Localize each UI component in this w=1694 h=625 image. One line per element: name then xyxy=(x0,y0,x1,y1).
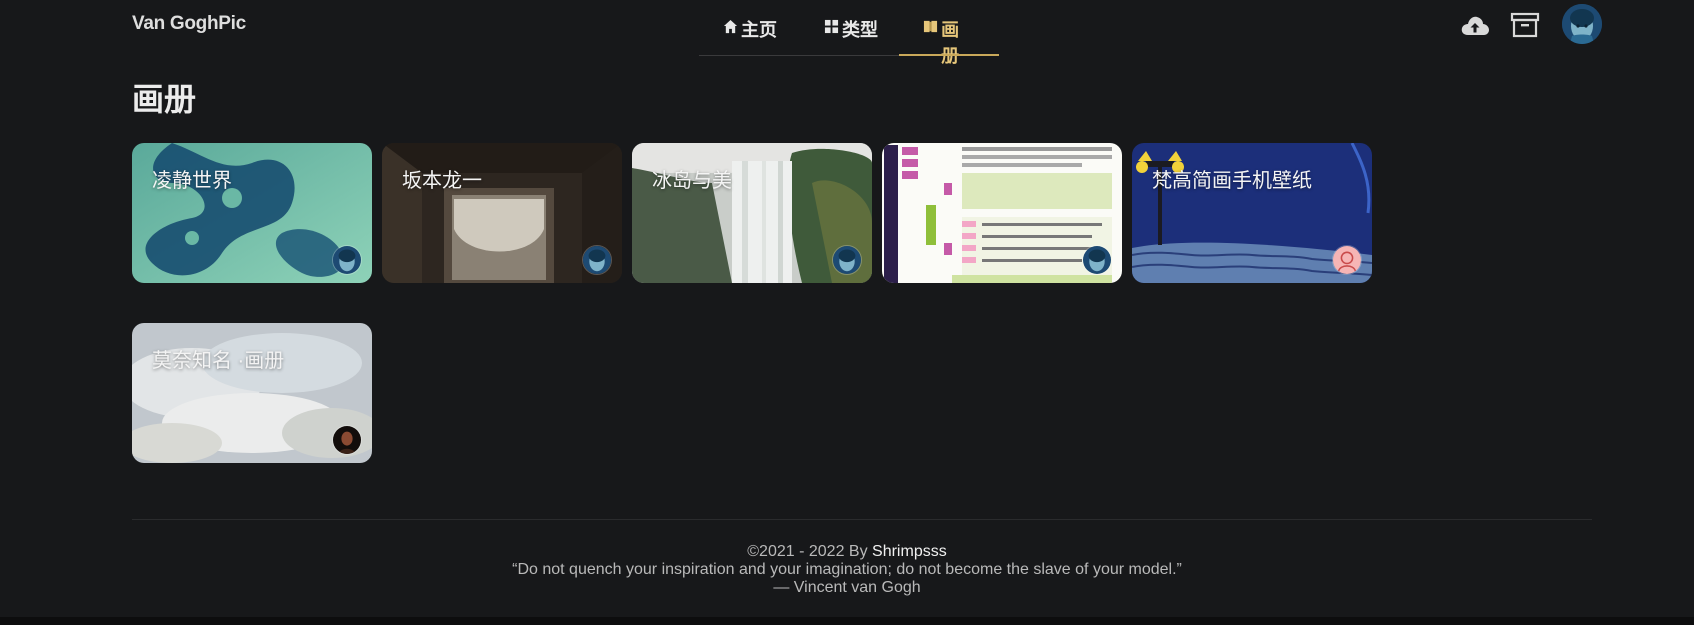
user-avatar[interactable] xyxy=(1562,4,1602,44)
nav-categories-label: 类型 xyxy=(842,20,878,40)
user-avatar[interactable] xyxy=(332,245,362,275)
nav-albums-label: 画册 xyxy=(941,20,960,66)
nav-home[interactable]: 主页 xyxy=(722,16,777,55)
brand-logo[interactable]: Van GoghPic xyxy=(132,13,246,35)
copyright-text: ©2021 - 2022 By xyxy=(747,543,868,560)
portrait-avatar[interactable] xyxy=(332,425,362,455)
album-icon xyxy=(923,16,938,36)
footer-divider xyxy=(132,519,1592,520)
nav-home-label: 主页 xyxy=(741,20,777,40)
grid-icon xyxy=(823,16,839,36)
album-title: 坂本龙一 xyxy=(402,170,482,192)
top-header: Van GoghPic 主页 类型 画册 xyxy=(0,0,1694,66)
page-title: 画册 xyxy=(132,81,197,117)
footer-attribution: — Vincent van Gogh xyxy=(773,579,921,596)
nav-categories[interactable]: 类型 xyxy=(823,16,878,55)
bottom-strip xyxy=(0,617,1694,625)
footer-quote: “Do not quench your inspiration and your… xyxy=(512,561,1182,578)
archive-icon[interactable] xyxy=(1510,12,1540,43)
main-nav: 主页 类型 画册 xyxy=(699,0,999,66)
album-card[interactable]: 凌静世界 xyxy=(132,143,372,283)
footer-copyright: ©2021 - 2022 By Shrimpsss xyxy=(0,543,1694,561)
author-link[interactable]: Shrimpsss xyxy=(872,543,947,560)
album-title: 莫奈知名 ·画册 xyxy=(152,350,285,372)
album-card[interactable]: 梵高简画手机壁纸 xyxy=(1132,143,1372,283)
album-title: 凌静世界 xyxy=(152,170,232,192)
album-title: 梵高简画手机壁纸 xyxy=(1152,170,1312,192)
user-avatar[interactable] xyxy=(832,245,862,275)
album-card[interactable]: 坂本龙一 xyxy=(382,143,622,283)
album-card[interactable] xyxy=(882,143,1122,283)
nav-albums[interactable]: 画册 xyxy=(899,16,999,66)
home-icon xyxy=(722,16,738,36)
cloud-upload-icon[interactable] xyxy=(1460,14,1490,43)
album-title: 冰岛与美 xyxy=(652,170,732,192)
pink-avatar[interactable] xyxy=(1332,245,1362,275)
user-avatar[interactable] xyxy=(582,245,612,275)
album-card[interactable]: 莫奈知名 ·画册 xyxy=(132,323,372,463)
user-avatar[interactable] xyxy=(1082,245,1112,275)
album-card[interactable]: 冰岛与美 xyxy=(632,143,872,283)
